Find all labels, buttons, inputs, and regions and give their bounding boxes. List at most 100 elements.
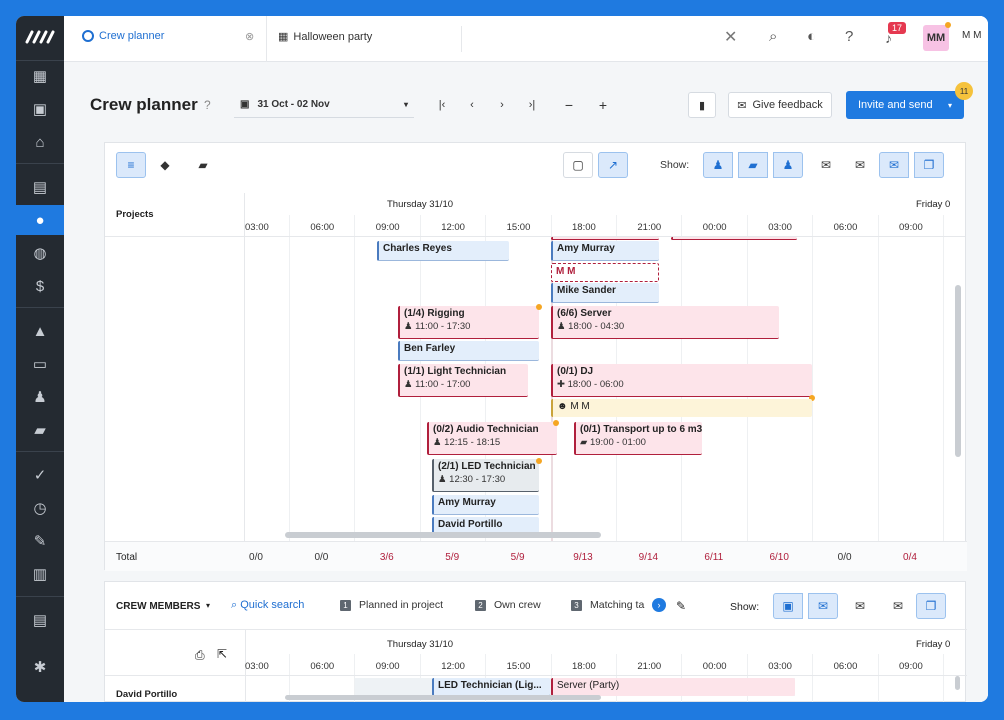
grid-line: [943, 215, 944, 541]
warning-dot: [536, 458, 542, 464]
time-tick-label: 15:00: [506, 661, 531, 672]
first-page-button[interactable]: |‹: [427, 92, 457, 118]
chevron-down-icon[interactable]: ▾: [206, 601, 210, 610]
crew-filter-option[interactable]: 2 Own crew: [475, 599, 541, 611]
show-mail-open-toggle[interactable]: ✉: [808, 593, 838, 619]
clock-icon[interactable]: ◷: [16, 493, 64, 523]
tag-button[interactable]: ◆: [150, 152, 180, 178]
dollar-icon[interactable]: $: [16, 271, 64, 301]
give-feedback-button[interactable]: ✉ Give feedback: [728, 92, 832, 118]
time-tick-label: 09:00: [899, 222, 923, 233]
theme-icon[interactable]: ◐: [807, 28, 816, 45]
function-bar[interactable]: (6/6) Server ♟ 18:00 - 04:30: [551, 306, 779, 339]
crew-filter-option[interactable]: 1 Planned in project: [340, 599, 443, 611]
map-button[interactable]: ▮: [688, 92, 716, 118]
crew-assignment-bar[interactable]: Server (Party): [551, 678, 795, 696]
logo-icon[interactable]: [16, 22, 64, 52]
settings-icon[interactable]: ✱: [16, 652, 64, 682]
assignment-bar[interactable]: Amy Murray: [432, 495, 539, 515]
truck-icon[interactable]: ▰: [16, 415, 64, 445]
show-mail-clock-toggle[interactable]: ✉: [845, 152, 875, 178]
projects-label: Projects: [116, 209, 154, 220]
horizontal-scrollbar[interactable]: [285, 695, 601, 700]
help-icon[interactable]: ?: [845, 28, 853, 45]
assignment-bar[interactable]: Ben Farley: [398, 341, 539, 361]
checked-folder-button[interactable]: ▰: [188, 152, 218, 178]
function-bar[interactable]: (0/1) Transport up to 6 m3 o ▰ 19:00 - 01…: [574, 422, 702, 455]
calendar-icon: ▣: [240, 99, 250, 110]
crew-planner-icon[interactable]: ●: [16, 205, 64, 235]
edit-icon[interactable]: ✎: [676, 599, 686, 613]
show-mail-clock-toggle[interactable]: ✉: [883, 593, 913, 619]
horizontal-scrollbar[interactable]: [285, 532, 601, 538]
show-vehicles-toggle[interactable]: ▰: [738, 152, 768, 178]
function-bar[interactable]: (2/1) LED Technician ♟ 12:30 - 17:30: [432, 459, 539, 492]
open-external-icon[interactable]: ⇱: [217, 647, 227, 661]
filter-button[interactable]: ≡: [116, 152, 146, 178]
crew-member-name: David Portillo: [116, 689, 178, 700]
next-button[interactable]: ›: [487, 92, 517, 118]
assignment-bar[interactable]: Amy Murray: [551, 241, 659, 261]
date-range-value: 31 Oct - 02 Nov: [257, 99, 330, 110]
prev-button[interactable]: ‹: [457, 92, 487, 118]
fit-view-button[interactable]: ▢: [563, 152, 593, 178]
calendar-icon[interactable]: ▣: [16, 94, 64, 124]
show-calendar-toggle[interactable]: ▣: [773, 593, 803, 619]
function-bar[interactable]: (1/1) Light Technician ♟ 11:00 - 17:00: [398, 364, 528, 397]
total-row: Total 0/0 0/0 3/6 5/9 5/9 9/13 9/14 6/11 6/10 0/0…: [105, 541, 967, 571]
assignment-bar[interactable]: Mike Sander: [551, 283, 659, 303]
warehouse-icon[interactable]: ⌂: [16, 127, 64, 157]
invite-and-send-button[interactable]: Invite and send ▾: [846, 91, 964, 119]
day-label: Friday 0: [916, 199, 951, 210]
more-filters-icon[interactable]: ›: [652, 598, 666, 612]
crew-assignment-bar[interactable]: LED Technician (Lig...: [432, 678, 550, 696]
table-icon[interactable]: ▤: [16, 172, 64, 202]
show-mail-check-toggle[interactable]: ✉: [845, 593, 875, 619]
avatar[interactable]: MM: [923, 25, 949, 51]
zoom-out-button[interactable]: −: [554, 92, 584, 118]
function-bar[interactable]: (1/4) Rigging ♟ 11:00 - 17:30: [398, 306, 539, 339]
show-copy-toggle[interactable]: ❐: [916, 593, 946, 619]
give-feedback-label: Give feedback: [752, 99, 823, 111]
globe-icon[interactable]: ◍: [16, 238, 64, 268]
chart-view-button[interactable]: ↗: [598, 152, 628, 178]
zoom-in-button[interactable]: +: [588, 92, 618, 118]
search-icon[interactable]: ⌕: [769, 28, 777, 45]
close-icon[interactable]: ✕: [724, 27, 737, 47]
dashboard-icon[interactable]: ▦: [16, 61, 64, 91]
show-crew-toggle[interactable]: ♟: [703, 152, 733, 178]
quick-search-link[interactable]: ⌕ Quick search: [231, 599, 304, 612]
assignment-bar[interactable]: Charles Reyes: [377, 241, 509, 261]
day-label: Friday 0: [916, 639, 951, 650]
show-copy-toggle[interactable]: ❐: [914, 152, 944, 178]
clipboard-icon[interactable]: ✓: [16, 460, 64, 490]
tab-halloween-party[interactable]: ▦ Halloween party: [278, 30, 372, 44]
contact-card-icon[interactable]: ▭: [16, 349, 64, 379]
function-bar[interactable]: (0/2) Audio Technician ♟ 12:15 - 18:15: [427, 422, 557, 455]
messages-icon[interactable]: ▤: [16, 605, 64, 635]
reports-icon[interactable]: ▥: [16, 559, 64, 589]
shapes-icon[interactable]: ▲: [16, 316, 64, 346]
crew-members-label[interactable]: CREW MEMBERS: [116, 601, 200, 612]
last-page-button[interactable]: ›|: [517, 92, 547, 118]
app-window: ▦ ▣ ⌂ ▤ ● ◍ $ ▲ ▭ ♟ ▰ ✓ ◷ ✎ ▥ ▤ ✱ Crew p…: [16, 16, 988, 702]
smiley-icon: ☻: [557, 401, 568, 412]
close-tab-icon[interactable]: ⊗: [245, 30, 254, 43]
show-freelancers-toggle[interactable]: ♟: [773, 152, 803, 178]
users-icon[interactable]: ♟: [16, 382, 64, 412]
print-icon[interactable]: ⎙: [195, 648, 205, 663]
vertical-scrollbar[interactable]: [955, 285, 961, 457]
vertical-scrollbar[interactable]: [955, 676, 960, 690]
wrench-icon[interactable]: ✎: [16, 526, 64, 556]
show-mail-check-toggle[interactable]: ✉: [811, 152, 841, 178]
assignment-bar[interactable]: M M: [551, 263, 659, 282]
function-bar[interactable]: (0/1) DJ ✚ 18:00 - 06:00: [551, 364, 812, 397]
tab-crew-planner[interactable]: Crew planner: [82, 30, 164, 42]
crew-filter-option[interactable]: 3 Matching ta: [571, 599, 644, 611]
help-circle-icon[interactable]: ?: [204, 98, 211, 112]
date-range-select[interactable]: ▣ 31 Oct - 02 Nov ▾: [234, 92, 414, 118]
time-tick-label: 09:00: [899, 661, 923, 672]
show-mail-open-toggle[interactable]: ✉: [879, 152, 909, 178]
bar-title: Ben Farley: [404, 343, 456, 354]
assignment-bar[interactable]: ☻ M M: [551, 399, 812, 417]
